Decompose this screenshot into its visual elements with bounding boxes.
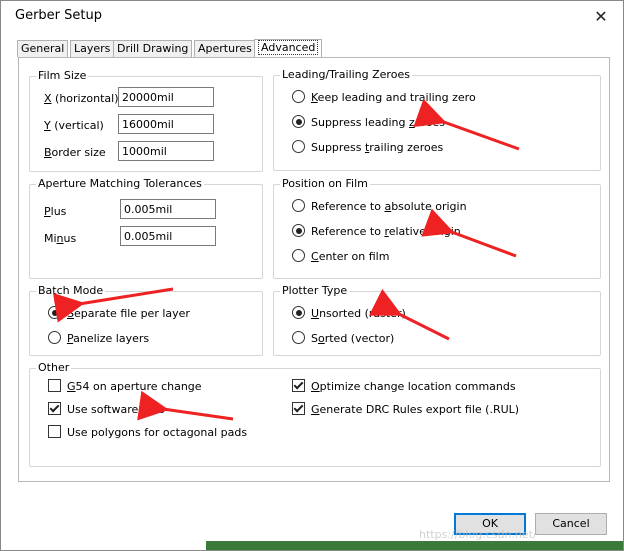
annotation-arrows: [52, 98, 520, 421]
arrow-batch-mode: [52, 287, 174, 323]
arrow-unsorted: [368, 288, 450, 341]
arrow-zeroes: [413, 98, 520, 151]
gerber-setup-dialog: Gerber Setup ✕ General Layers Drill Draw…: [0, 0, 624, 551]
arrow-software-arcs: [137, 390, 234, 421]
arrow-relative-origin: [421, 208, 517, 258]
